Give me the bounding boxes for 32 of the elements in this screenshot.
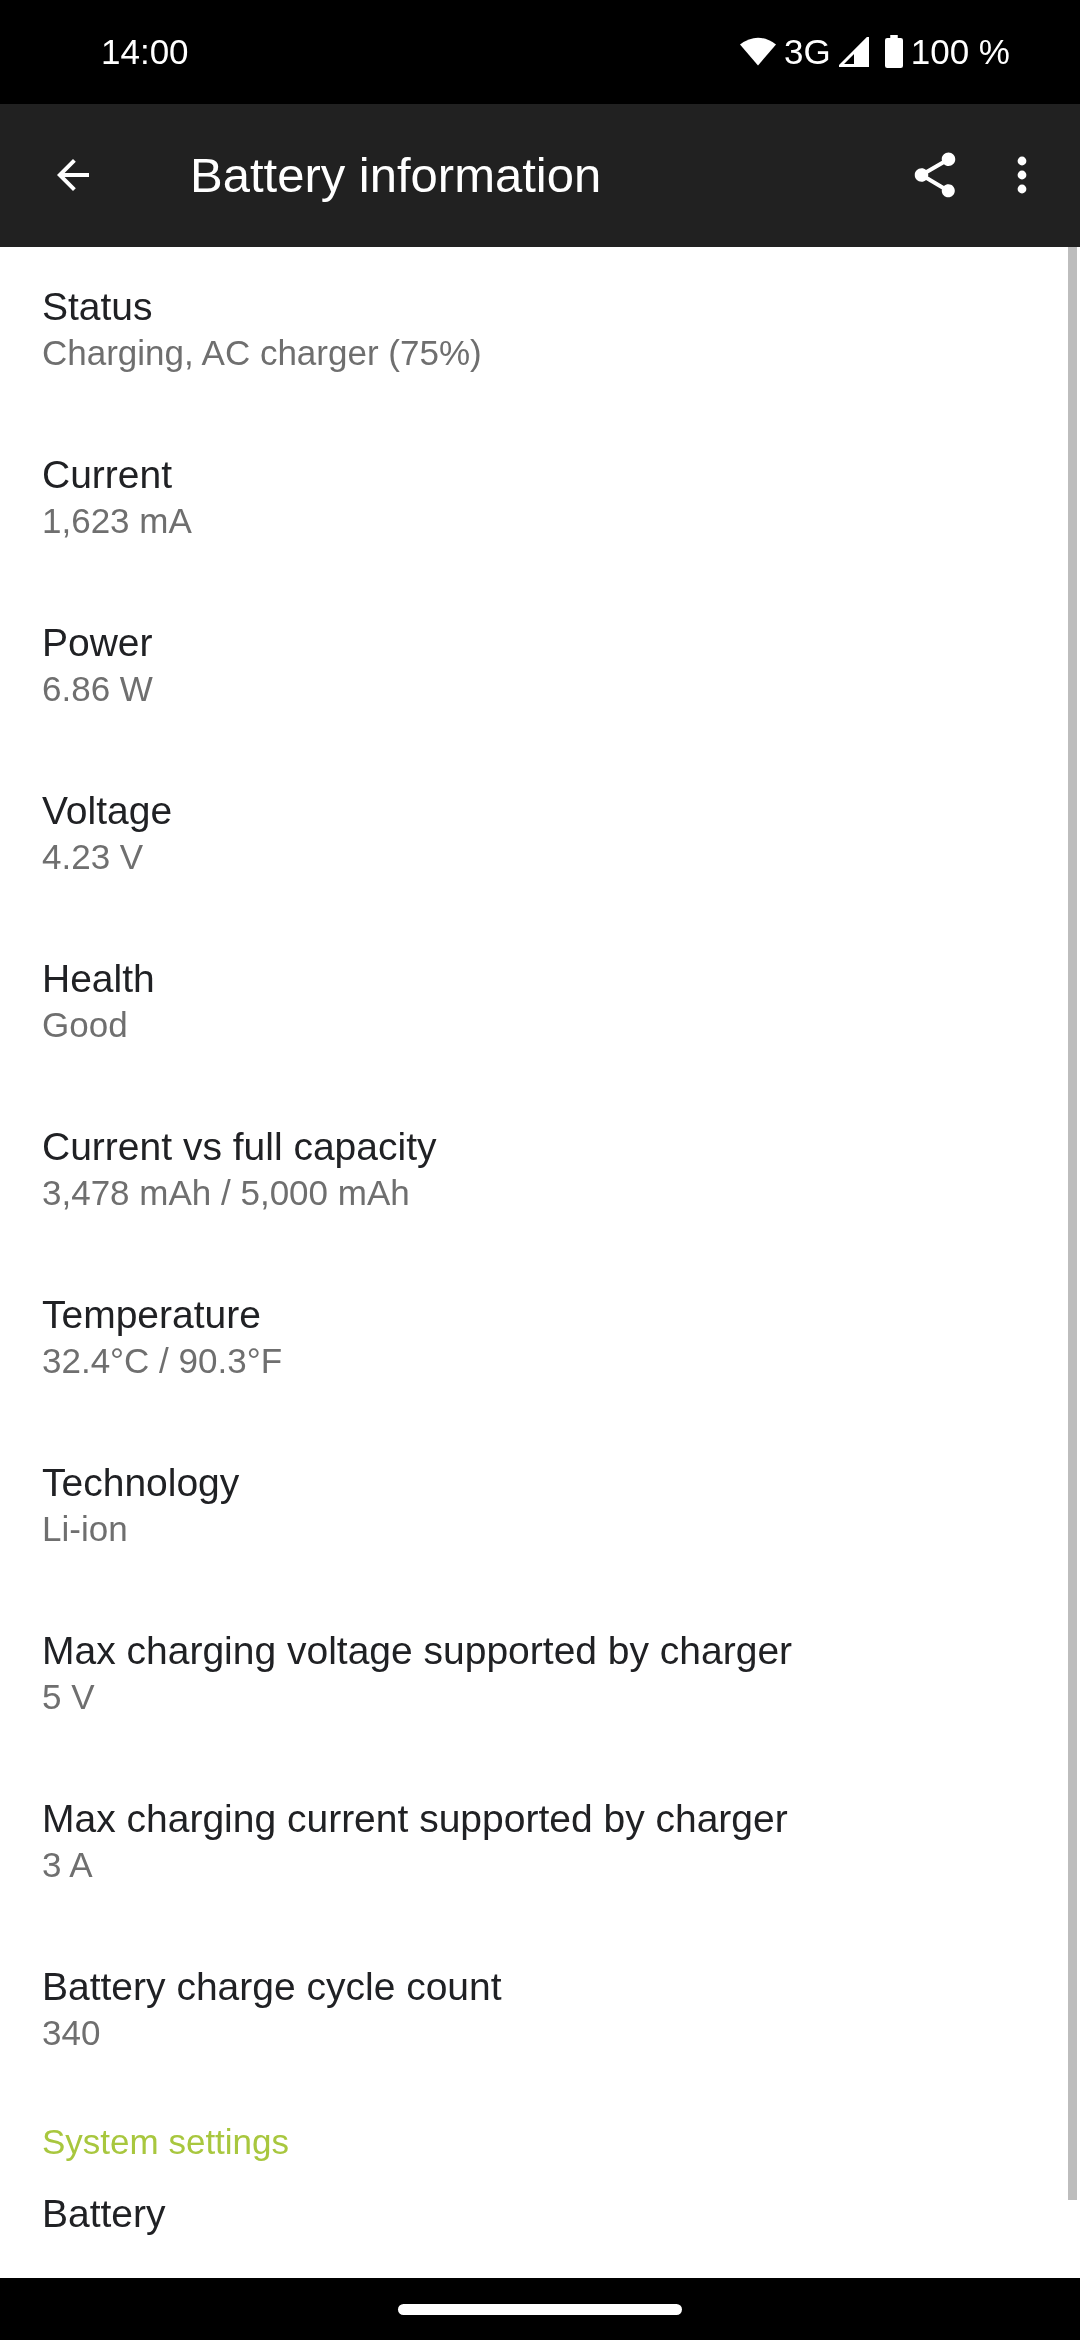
- setting-value: 5 V: [42, 1676, 96, 1718]
- setting-title: Health: [42, 956, 156, 1002]
- setting-value: 4.23 V: [42, 836, 145, 878]
- setting-title: Temperature: [42, 1292, 262, 1338]
- battery-percentage: 100 %: [910, 31, 1010, 72]
- network-type: 3G: [784, 31, 831, 72]
- setting-title: Max charging current supported by charger: [42, 1796, 789, 1842]
- wifi-icon: [740, 36, 777, 67]
- setting-value: 3 A: [42, 1844, 94, 1886]
- setting-title: Status: [42, 284, 154, 330]
- setting-value: 3,478 mAh / 5,000 mAh: [42, 1172, 411, 1214]
- setting-title: Battery: [42, 2191, 167, 2237]
- setting-value: 340: [42, 2012, 102, 2054]
- setting-title: Voltage: [42, 788, 174, 834]
- status-time: 14:00: [101, 31, 189, 72]
- setting-title: Technology: [42, 1460, 241, 1506]
- screen-title: Battery information: [190, 147, 603, 204]
- setting-value: Li-ion: [42, 1508, 129, 1550]
- setting-title: Current: [42, 452, 174, 498]
- battery-icon: [884, 35, 903, 69]
- setting-value: 1,623 mA: [42, 500, 193, 542]
- setting-value: 6.86 W: [42, 668, 154, 710]
- home-handle[interactable]: [398, 2303, 682, 2315]
- setting-title: Battery charge cycle count: [42, 1964, 503, 2010]
- setting-value: Good: [42, 1004, 129, 1046]
- setting-title: Current vs full capacity: [42, 1124, 438, 1170]
- setting-title: Power: [42, 620, 154, 666]
- setting-value: Charging, AC charger (75%): [42, 332, 483, 374]
- signal-icon: [838, 36, 869, 67]
- setting-value: 32.4°C / 90.3°F: [42, 1340, 284, 1382]
- section-header: System settings: [41, 2121, 291, 2163]
- setting-title: Max charging voltage supported by charger: [42, 1628, 794, 1674]
